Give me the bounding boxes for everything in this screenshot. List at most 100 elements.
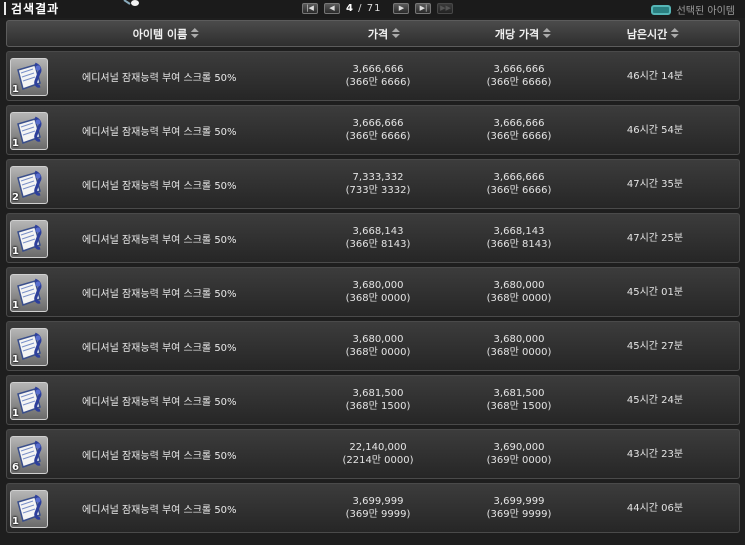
time-left-value: 47시간 25분: [626, 232, 684, 244]
item-row[interactable]: 1 에디셔널 잠재능력 부여 스크롤 50% 3,680,000 (368만 0…: [6, 267, 740, 317]
price-korean: (368만 0000): [345, 347, 411, 358]
item-time-left: 46시간 54분: [627, 106, 683, 154]
next-page-button[interactable]: ▶: [393, 3, 410, 14]
price-value: 3,699,999: [352, 496, 404, 507]
item-quantity: 1: [12, 354, 19, 365]
item-time-left: 45시간 24분: [627, 376, 683, 424]
item-unit-price: 3,666,666 (366만 6666): [487, 106, 552, 154]
last-page-button[interactable]: ▶|: [415, 3, 432, 14]
scroll-icon: 1: [10, 490, 48, 528]
price-value: 3,681,500: [352, 388, 404, 399]
time-left-value: 45시간 24분: [626, 394, 684, 406]
item-row[interactable]: 1 에디셔널 잠재능력 부여 스크롤 50% 3,699,999 (369만 9…: [6, 483, 740, 533]
item-row[interactable]: 6 에디셔널 잠재능력 부여 스크롤 50% 22,140,000 (2214만…: [6, 429, 740, 479]
price-korean: (368만 1500): [345, 401, 411, 412]
time-left-value: 47시간 35분: [626, 178, 684, 190]
unit-price-korean: (369만 0000): [486, 455, 552, 466]
time-left-value: 45시간 27분: [626, 340, 684, 352]
price-value: 3,680,000: [352, 334, 404, 345]
unit-price-value: 3,690,000: [493, 442, 545, 453]
item-name: 에디셔널 잠재능력 부여 스크롤 50%: [82, 396, 237, 408]
price-value: 3,666,666: [352, 118, 404, 129]
unit-price-korean: (369만 9999): [486, 509, 552, 520]
unit-price-value: 3,666,666: [493, 64, 545, 75]
item-name: 에디셔널 잠재능력 부여 스크롤 50%: [82, 72, 237, 84]
page-title: 검색결과: [11, 1, 60, 16]
item-price: 3,699,999 (369만 9999): [346, 484, 411, 532]
item-time-left: 45시간 01분: [627, 268, 683, 316]
unit-price-korean: (368만 0000): [486, 347, 552, 358]
item-unit-price: 3,680,000 (368만 0000): [487, 322, 552, 370]
item-name: 에디셔널 잠재능력 부여 스크롤 50%: [82, 342, 237, 354]
item-price: 3,666,666 (366만 6666): [346, 106, 411, 154]
item-quantity: 1: [12, 84, 19, 95]
unit-price-value: 3,699,999: [493, 496, 545, 507]
unit-price-korean: (366만 6666): [486, 131, 552, 142]
item-unit-price: 3,680,000 (368만 0000): [487, 268, 552, 316]
total-pages: 71: [366, 3, 382, 14]
item-name: 에디셔널 잠재능력 부여 스크롤 50%: [82, 126, 237, 138]
item-row[interactable]: 1 에디셔널 잠재능력 부여 스크롤 50% 3,680,000 (368만 0…: [6, 321, 740, 371]
page-indicator: 4 / 71: [346, 3, 381, 14]
price-korean: (2214만 0000): [342, 455, 414, 466]
item-name: 에디셔널 잠재능력 부여 스크롤 50%: [82, 450, 237, 462]
unit-price-korean: (368만 0000): [486, 293, 552, 304]
column-name[interactable]: 아이템 이름: [133, 21, 200, 46]
item-price: 3,680,000 (368만 0000): [346, 322, 411, 370]
scroll-icon: 1: [10, 112, 48, 150]
column-price[interactable]: 가격: [367, 21, 401, 46]
column-time-left-label: 남은시간: [626, 27, 668, 41]
price-korean: (733만 3332): [345, 185, 411, 196]
item-name: 에디셔널 잠재능력 부여 스크롤 50%: [82, 234, 237, 246]
scroll-icon: 1: [10, 58, 48, 96]
item-price: 3,668,143 (366만 8143): [346, 214, 411, 262]
item-row[interactable]: 1 에디셔널 잠재능력 부여 스크롤 50% 3,666,666 (366만 6…: [6, 105, 740, 155]
sort-icon: [671, 28, 680, 39]
item-row[interactable]: 1 에디셔널 잠재능력 부여 스크롤 50% 3,668,143 (366만 8…: [6, 213, 740, 263]
column-unit-price-label: 개당 가격: [494, 27, 540, 41]
column-time-left[interactable]: 남은시간: [626, 21, 680, 46]
unit-price-value: 3,680,000: [493, 334, 545, 345]
price-korean: (366만 8143): [345, 239, 411, 250]
column-price-label: 가격: [367, 27, 389, 41]
item-time-left: 47시간 35분: [627, 160, 683, 208]
item-row[interactable]: 2 에디셔널 잠재능력 부여 스크롤 50% 7,333,332 (733만 3…: [6, 159, 740, 209]
unit-price-korean: (366만 8143): [486, 239, 552, 250]
unit-price-value: 3,666,666: [493, 172, 545, 183]
item-unit-price: 3,666,666 (366만 6666): [487, 52, 552, 100]
column-header: 아이템 이름 가격 개당 가격 남은시간: [6, 20, 740, 47]
sort-icon: [191, 28, 200, 39]
prev-page-button[interactable]: ◀: [324, 3, 340, 14]
price-value: 3,668,143: [352, 226, 404, 237]
item-name: 에디셔널 잠재능력 부여 스크롤 50%: [82, 180, 237, 192]
cursor-decoration-icon: [123, 0, 139, 6]
item-quantity: 1: [12, 408, 19, 419]
skip-pages-button[interactable]: ▶▶: [437, 3, 454, 14]
price-value: 7,333,332: [352, 172, 404, 183]
time-left-value: 46시간 14분: [626, 70, 684, 82]
item-time-left: 43시간 23분: [627, 430, 683, 478]
column-unit-price[interactable]: 개당 가격: [494, 21, 552, 46]
unit-price-korean: (368만 1500): [486, 401, 552, 412]
time-left-value: 43시간 23분: [626, 448, 684, 460]
sort-icon: [543, 28, 552, 39]
price-korean: (369만 9999): [345, 509, 411, 520]
scroll-icon: 6: [10, 436, 48, 474]
first-page-button[interactable]: |◀: [302, 3, 318, 14]
item-time-left: 47시간 25분: [627, 214, 683, 262]
unit-price-value: 3,680,000: [493, 280, 545, 291]
item-unit-price: 3,681,500 (368만 1500): [487, 376, 552, 424]
scroll-icon: 1: [10, 220, 48, 258]
item-price: 3,666,666 (366만 6666): [346, 52, 411, 100]
unit-price-value: 3,666,666: [493, 118, 545, 129]
item-time-left: 45시간 27분: [627, 322, 683, 370]
item-unit-price: 3,690,000 (369만 0000): [487, 430, 552, 478]
item-quantity: 1: [12, 300, 19, 311]
selected-label: 선택된 아이템: [676, 6, 735, 17]
item-row[interactable]: 1 에디셔널 잠재능력 부여 스크롤 50% 3,681,500 (368만 1…: [6, 375, 740, 425]
item-price: 7,333,332 (733만 3332): [346, 160, 411, 208]
item-quantity: 6: [12, 462, 19, 473]
item-quantity: 1: [12, 246, 19, 257]
item-row[interactable]: 1 에디셔널 잠재능력 부여 스크롤 50% 3,666,666 (366만 6…: [6, 51, 740, 101]
price-value: 22,140,000: [349, 442, 407, 453]
